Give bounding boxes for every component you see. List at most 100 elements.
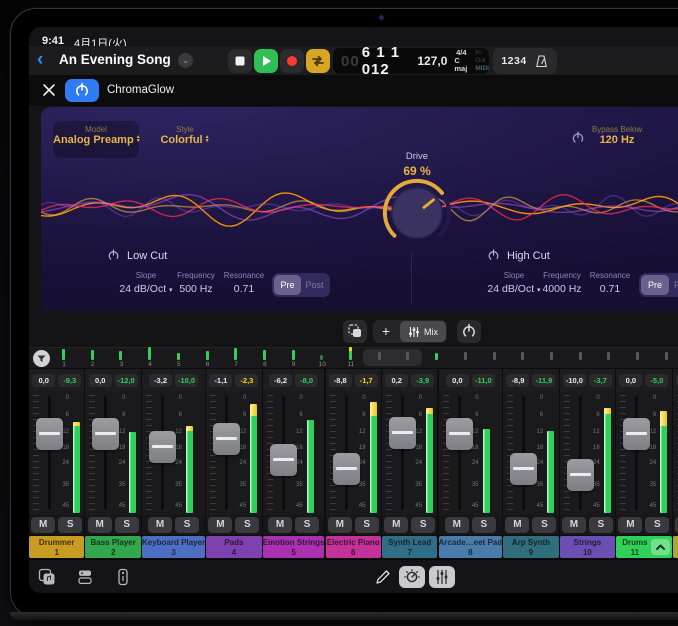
overview-mini-meter[interactable] xyxy=(62,349,65,360)
solo-button[interactable]: S xyxy=(235,517,259,533)
overview-mini-meter[interactable] xyxy=(91,350,94,360)
high-cut-pre-button[interactable]: Pre xyxy=(641,275,669,295)
peak-value[interactable]: -3,7 xyxy=(589,374,612,387)
overview-mini-meter[interactable] xyxy=(177,353,180,360)
overview-mini-meter[interactable] xyxy=(119,351,122,360)
overview-mini-meter[interactable] xyxy=(607,352,610,360)
solo-button[interactable]: S xyxy=(532,517,556,533)
peak-value[interactable]: -2,3 xyxy=(235,374,258,387)
plugin-power-button[interactable] xyxy=(65,79,99,102)
play-button[interactable] xyxy=(254,49,278,73)
low-cut-power-icon[interactable] xyxy=(107,249,120,262)
overview-mini-meter[interactable] xyxy=(435,353,438,360)
mute-button[interactable]: M xyxy=(148,517,172,533)
volume-value[interactable]: 0,0 xyxy=(619,374,642,387)
cycle-loop-button[interactable] xyxy=(306,49,330,73)
fader-handle[interactable] xyxy=(270,444,297,476)
track-name-plate[interactable]: Electric Piano6 xyxy=(326,536,381,558)
overview-mini-meter[interactable] xyxy=(464,352,467,360)
mute-button[interactable]: M xyxy=(88,517,112,533)
faders-view-button[interactable] xyxy=(429,566,455,588)
volume-value[interactable]: -6,2 xyxy=(269,374,292,387)
bypass-below-control[interactable]: Bypass Below 120 Hz xyxy=(589,125,645,146)
track-name-plate[interactable]: Synth Lead7 xyxy=(382,536,437,558)
overview-mini-meter[interactable] xyxy=(406,352,409,360)
track-name-plate[interactable]: Bass Player2 xyxy=(85,536,140,558)
expand-chevron-button[interactable] xyxy=(651,539,670,555)
peak-value[interactable]: -3,9 xyxy=(411,374,434,387)
volume-value[interactable]: -8,8 xyxy=(329,374,352,387)
overview-mini-meter[interactable] xyxy=(636,352,639,360)
fader-handle[interactable] xyxy=(149,431,176,463)
overview-mini-meter[interactable] xyxy=(148,347,151,360)
stop-button[interactable] xyxy=(228,49,252,73)
overview-mini-meter[interactable] xyxy=(349,347,352,360)
play-surface-icon[interactable] xyxy=(113,567,133,587)
peak-value[interactable]: -5,0 xyxy=(645,374,668,387)
fader-handle[interactable] xyxy=(36,418,63,450)
solo-button[interactable]: S xyxy=(355,517,379,533)
duplicate-button[interactable] xyxy=(343,320,367,343)
low-cut-resonance-value[interactable]: 0.71 xyxy=(209,283,279,295)
peak-value[interactable]: -9,3 xyxy=(58,374,81,387)
overview-mini-meter[interactable] xyxy=(665,352,668,360)
solo-button[interactable]: S xyxy=(411,517,435,533)
track-name-plate[interactable]: Chorus V xyxy=(673,536,678,558)
peak-value[interactable]: -8,0 xyxy=(295,374,318,387)
metronome-icon[interactable] xyxy=(534,54,549,69)
count-in-button[interactable]: 1234 xyxy=(501,55,526,67)
peak-value[interactable]: -10,0 xyxy=(175,374,198,387)
overview-mini-meter[interactable] xyxy=(206,351,209,360)
drive-knob[interactable] xyxy=(379,175,455,251)
solo-button[interactable]: S xyxy=(645,517,669,533)
track-name-plate[interactable]: Keyboard Player3 xyxy=(142,536,205,558)
overview-mini-meter[interactable] xyxy=(292,350,295,360)
low-cut-pre-button[interactable]: Pre xyxy=(274,275,301,295)
overview-mini-meter[interactable] xyxy=(493,352,496,360)
peak-value[interactable]: -11,9 xyxy=(532,374,555,387)
mute-button[interactable]: M xyxy=(618,517,642,533)
overview-mini-meter[interactable] xyxy=(263,350,266,360)
high-cut-post-button[interactable]: Post xyxy=(669,275,678,295)
solo-button[interactable]: S xyxy=(175,517,199,533)
volume-value[interactable]: 0,0 xyxy=(32,374,55,387)
overview-viewport-indicator[interactable] xyxy=(363,349,422,366)
song-title[interactable]: An Evening Song xyxy=(59,52,171,67)
loop-browser-icon[interactable] xyxy=(37,567,57,587)
bypass-power-icon[interactable] xyxy=(571,131,585,145)
add-track-button[interactable]: + xyxy=(373,320,399,343)
level-control[interactable]: Level 0.0 xyxy=(663,125,678,146)
browser-icon[interactable] xyxy=(75,567,95,587)
fader-handle[interactable] xyxy=(389,417,416,449)
volume-value[interactable]: -1,1 xyxy=(209,374,232,387)
volume-value[interactable]: -3,2 xyxy=(149,374,172,387)
mute-button[interactable]: M xyxy=(445,517,469,533)
volume-value[interactable]: -8,9 xyxy=(506,374,529,387)
overview-mini-meter[interactable] xyxy=(320,355,323,360)
mute-button[interactable]: M xyxy=(505,517,529,533)
fader-handle[interactable] xyxy=(213,423,240,455)
lcd-display[interactable]: 00 6 1 1 012 127,0 4/4 C maj In Out MIDI xyxy=(333,48,489,74)
peak-value[interactable]: -1,7 xyxy=(355,374,378,387)
overview-filter-button[interactable] xyxy=(33,350,50,367)
mute-button[interactable]: M xyxy=(208,517,232,533)
volume-value[interactable]: 0,0 xyxy=(446,374,469,387)
fader-handle[interactable] xyxy=(446,418,473,450)
volume-value[interactable]: 0,0 xyxy=(89,374,112,387)
track-name-plate[interactable]: Pads4 xyxy=(206,536,261,558)
back-chevron-icon[interactable]: ‹ xyxy=(37,50,55,70)
mute-button[interactable]: M xyxy=(31,517,55,533)
solo-button[interactable]: S xyxy=(472,517,496,533)
track-name-plate[interactable]: Drummer1 xyxy=(29,536,84,558)
pencil-icon[interactable] xyxy=(373,567,393,587)
mix-view-button[interactable]: Mix xyxy=(400,321,446,342)
overview-mini-meter[interactable] xyxy=(550,352,553,360)
style-selector[interactable]: Style Colorful▲▼ xyxy=(145,125,225,146)
solo-button[interactable]: S xyxy=(589,517,613,533)
mute-button[interactable]: M xyxy=(268,517,292,533)
solo-button[interactable]: S xyxy=(58,517,82,533)
model-selector[interactable]: Model Analog Preamp▲▼ xyxy=(53,121,139,158)
overview-mini-meter[interactable] xyxy=(579,352,582,360)
mixer-power-button[interactable] xyxy=(457,320,481,343)
overview-mini-meter[interactable] xyxy=(521,352,524,360)
